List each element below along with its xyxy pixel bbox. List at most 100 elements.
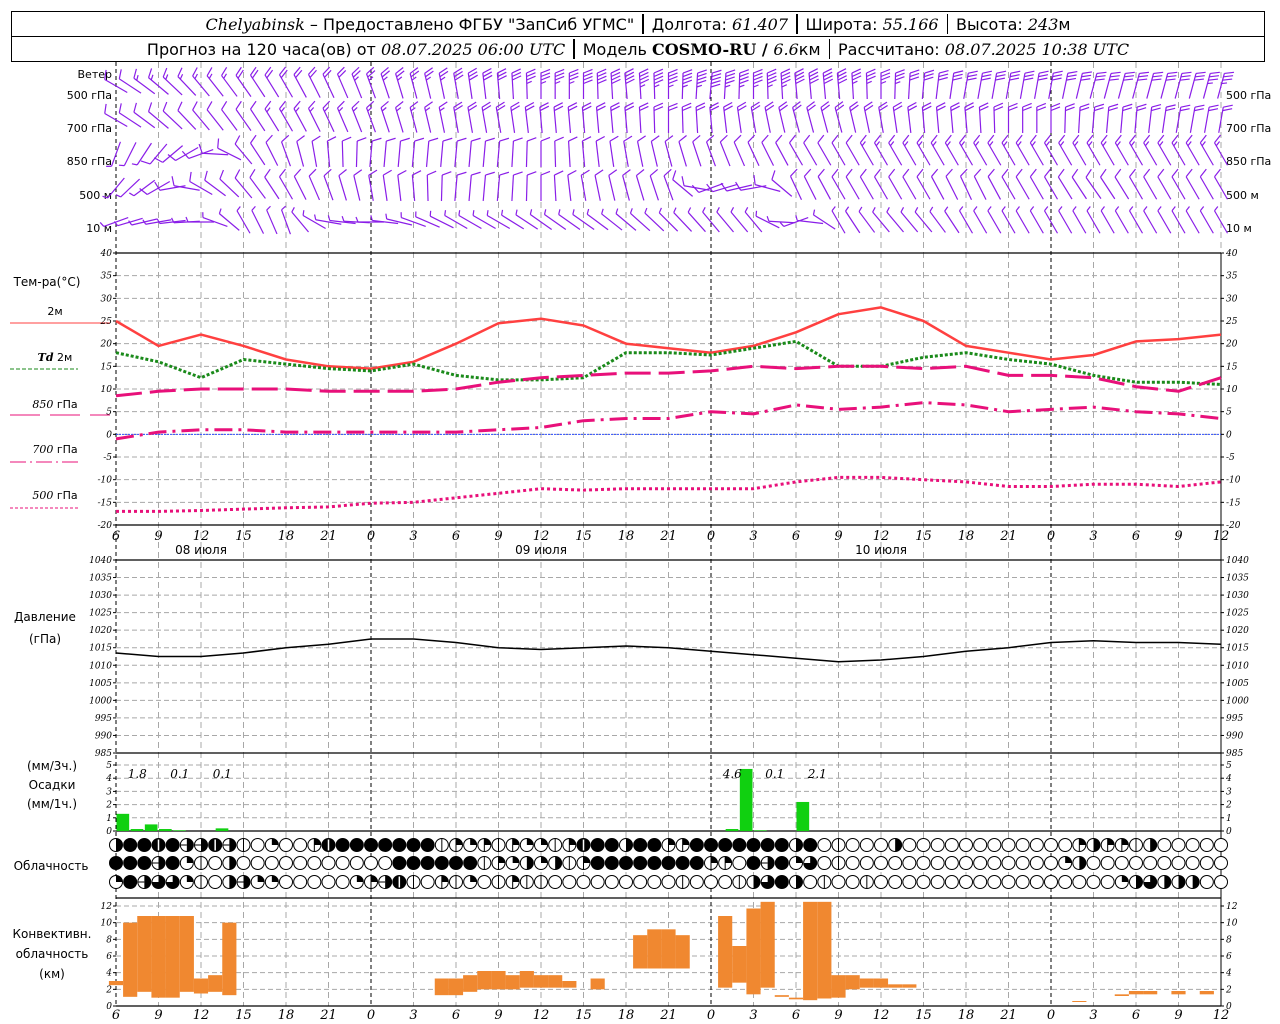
- x-tick-label-convective: 21: [999, 1008, 1017, 1023]
- wind-barb-staff: [264, 74, 280, 98]
- convective-cloud-bar: [647, 929, 662, 969]
- wind-barb-feather: [1222, 108, 1233, 112]
- wind-barb-feather: [900, 207, 905, 213]
- wind-barb: [638, 68, 650, 100]
- wind-barb-staff: [624, 106, 628, 134]
- cloud-circle: [689, 875, 704, 889]
- wind-barb-staff: [351, 107, 363, 133]
- cloud-circle: [661, 856, 676, 870]
- wind-barb-feather: [1052, 74, 1063, 78]
- wind-barb-staff: [206, 75, 224, 97]
- wind-barb: [764, 101, 775, 133]
- wind-barb-feather: [250, 100, 257, 110]
- wind-barb-feather: [995, 77, 1005, 81]
- wind-barb-feather: [147, 68, 153, 78]
- cloud-circle: [1001, 838, 1016, 852]
- cloud-circle: [562, 875, 577, 889]
- wind-barb: [250, 100, 266, 132]
- cloud-fill: [512, 875, 520, 882]
- cloud-cover-symbol: [1086, 875, 1101, 889]
- wind-barb-feather: [234, 169, 241, 179]
- cloud-cover-symbol: [746, 856, 761, 870]
- cloud-cover-symbol: [236, 875, 251, 889]
- cloud-cover-symbol: [930, 875, 945, 889]
- wind-barb-feather: [296, 135, 305, 142]
- cloud-circle: [236, 856, 251, 870]
- precip-bar: [173, 830, 186, 831]
- wind-barb: [1064, 103, 1075, 134]
- wind-barb: [820, 101, 830, 133]
- wind-barb-staff: [845, 210, 861, 234]
- cloud-fill: [1178, 875, 1185, 889]
- wind-barb: [907, 69, 920, 100]
- wind-barb: [495, 101, 506, 133]
- wind-barb-staff: [554, 140, 557, 168]
- x-tick-label-convective: 15: [235, 1008, 252, 1023]
- cloud-cover-symbol: [888, 838, 903, 852]
- cloud-cover-symbol: [1100, 875, 1115, 889]
- wind-barb-feather: [554, 136, 564, 142]
- cloud-circle: [406, 856, 421, 870]
- wind-barb: [649, 168, 659, 201]
- cloud-cover-symbol: [236, 856, 251, 870]
- wind-barb-feather: [789, 134, 796, 144]
- wind-barb-staff: [553, 106, 557, 134]
- x-tick-label-convective: 3: [749, 1008, 757, 1023]
- wind-barb-feather: [725, 76, 735, 81]
- wind-barb: [1058, 206, 1073, 234]
- cloud-circle: [902, 838, 917, 852]
- wind-barb-feather: [886, 207, 890, 213]
- wind-barb-feather: [1151, 103, 1162, 108]
- wind-barb-feather: [250, 134, 257, 144]
- wind-barb-feather: [147, 102, 153, 112]
- temperature-tick-label-right: 10: [1226, 385, 1238, 395]
- cloud-circle: [420, 856, 435, 870]
- temperature-tick-label-right: -15: [1226, 498, 1241, 508]
- pressure-tick-label-left: 1005: [89, 679, 112, 689]
- wind-barb-staff: [1199, 210, 1214, 234]
- x-tick-label-convective: 18: [278, 1008, 295, 1023]
- cloud-cover-symbol: [1086, 856, 1101, 870]
- wind-barb-feather: [486, 210, 489, 216]
- wind-barb-feather: [696, 84, 703, 88]
- wind-barb-feather: [995, 74, 1006, 78]
- wind-barb-feather: [973, 168, 982, 177]
- wind-barb: [929, 206, 946, 233]
- wind-barb-feather: [1223, 75, 1234, 78]
- wind-barb-feather: [639, 84, 646, 88]
- wind-barb-feather: [1187, 141, 1192, 147]
- wind-barb-feather: [653, 75, 664, 81]
- precip-tick-label-right: 3: [1226, 787, 1232, 797]
- cloud-cover-symbol: [109, 838, 123, 852]
- cloud-cover-symbol: [930, 838, 945, 852]
- wind-barb: [873, 134, 889, 166]
- wind-barb: [511, 68, 522, 100]
- wind-barb-staff: [973, 176, 987, 200]
- wind-barb-feather: [569, 72, 579, 78]
- wind-barb-staff: [311, 141, 318, 167]
- wind-barb: [1075, 71, 1093, 99]
- wind-barb-staff: [1015, 176, 1030, 200]
- wind-barb-staff: [264, 176, 280, 200]
- x-tick-label-temp: 6: [112, 529, 120, 544]
- wind-barb-staff: [307, 74, 321, 98]
- wind-barb-staff: [453, 107, 459, 133]
- wind-barb: [653, 102, 664, 134]
- wind-barb: [311, 135, 321, 167]
- wind-barb: [678, 135, 687, 167]
- wind-barb: [302, 210, 326, 230]
- convective-cloud-bar: [137, 916, 152, 992]
- wind-barb-feather: [1122, 107, 1133, 112]
- precip-bar: [130, 829, 144, 831]
- cloud-cover-symbol: [137, 838, 152, 852]
- wind-barb-feather: [1003, 141, 1008, 147]
- wind-barb-feather: [779, 222, 785, 227]
- wind-barb: [553, 102, 564, 134]
- wind-barb-feather: [1180, 75, 1191, 78]
- wind-barb-feather: [766, 215, 770, 222]
- cloud-circle: [378, 838, 393, 852]
- wind-barb: [780, 68, 791, 100]
- wind-barb-feather: [395, 101, 404, 109]
- cloud-circle: [888, 856, 903, 870]
- pressure-tick-label-right: 1035: [1226, 574, 1249, 584]
